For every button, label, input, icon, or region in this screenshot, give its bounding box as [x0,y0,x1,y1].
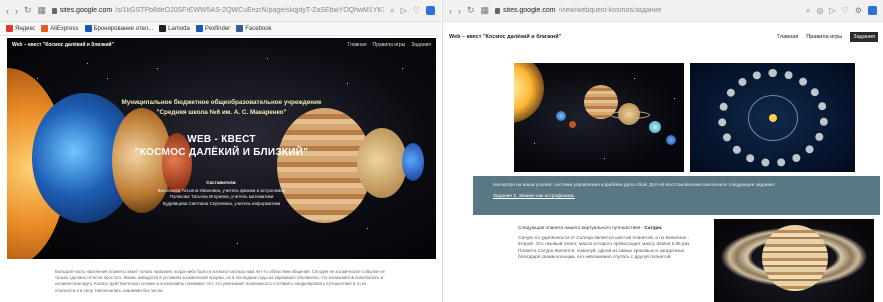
site-nav: Главная Правила игры Задания [777,32,878,42]
search-icon[interactable]: ⌕ [390,6,394,16]
saturn-description: Следующая планета нашего виртуального пу… [518,225,703,261]
star [604,158,605,159]
reload-icon[interactable]: ↻ [467,5,475,16]
nav-rules[interactable]: Правила игры [806,34,842,40]
reload-icon[interactable]: ↻ [24,5,32,16]
url-path: /view/webquest-kosmos/задание [558,7,662,14]
neptune-planet-icon [666,135,676,145]
yandex-icon [6,25,13,32]
nav-tasks[interactable]: Задания [411,42,431,48]
star [237,243,238,244]
saturn-ring-icon [610,111,650,119]
pexfinder-icon [195,25,203,32]
browser-toolbar: ‹ › ↻ ▦ sites.google.com /s/1kGSTPb8deOJ… [0,0,441,22]
asteroid-belt-image [690,63,855,172]
nav-tasks[interactable]: Задания [850,32,878,42]
url-path: /s/1kGSTPb8deOJ0SFrEWW5AS-2QWCuEnzrN/pag… [115,7,385,14]
nav-home[interactable]: Главная [777,34,798,40]
uranus-planet-icon [649,121,661,133]
sun-planet-icon [514,63,544,123]
site-title[interactable]: Web – квест "Космос далёкий и близкий" [12,42,114,48]
site-title[interactable]: Web – квест "Космос далёкий и близкий" [449,34,561,40]
site-nav: Главная Правила игры Задания [348,42,431,48]
grid-icon[interactable]: ▦ [38,5,47,16]
heart-icon[interactable]: ♡ [842,6,849,15]
lock-icon [52,7,57,14]
star [674,98,675,99]
mars-planet-icon [569,121,576,128]
site-header: Web – квест "Космос далёкий и близкий" Г… [443,28,883,46]
saturn-image [714,219,874,302]
saturn-planet-icon [762,225,828,291]
authors-block: Составители: Васильева Татьяна Ивановна,… [157,180,286,206]
left-browser-window: ‹ › ↻ ▦ sites.google.com /s/1kGSTPb8deOJ… [0,0,441,302]
back-icon[interactable]: ‹ [6,6,9,16]
star [402,68,403,69]
bookmark-lamoda[interactable]: Lamoda [159,25,190,32]
camera-icon[interactable]: ◎ [817,6,824,15]
hero-header: Web – квест "Космос далёкий и близкий" Г… [7,38,436,52]
nav-home[interactable]: Главная [348,42,367,48]
quest-title: WEB - КВЕСТ "КОСМОС ДАЛЁКИЙ И БЛИЗКИЙ" [134,134,309,158]
star [267,58,268,59]
settings-icon[interactable]: ⚙ [855,6,862,15]
share-icon[interactable]: ▷ [830,6,836,15]
address-bar[interactable]: sites.google.com /view/webquest-kosmos/з… [495,7,800,14]
share-icon[interactable]: ▷ [401,6,407,15]
lamoda-icon [159,25,167,32]
solar-system-image [514,63,684,172]
hero-banner: Web – квест "Космос далёкий и близкий" Г… [7,38,436,259]
downloads-icon[interactable] [868,6,877,15]
organization-name: Муниципальное бюджетное общеобразователь… [121,99,322,116]
aliexpress-icon [41,25,49,32]
forward-icon[interactable]: › [458,6,461,16]
earth-planet-icon [556,111,566,121]
task-link[interactable]: Задание 2. Знание как астрофизика. [493,194,575,199]
bookmarks-bar: Яндекс AliExpress Бронирование отел... L… [0,22,441,36]
star [367,228,368,229]
star [534,143,535,144]
task-intro: Несмотря на ваши усилия, система управле… [493,183,776,188]
downloads-icon[interactable] [426,6,435,15]
star [87,63,88,64]
bookmark-yandex[interactable]: Яндекс [6,25,35,32]
search-icon[interactable]: ⌕ [806,6,810,16]
star [157,68,158,69]
bookmark-booking[interactable]: Бронирование отел... [84,25,153,32]
star [347,83,348,84]
forward-icon[interactable]: › [15,6,18,16]
intro-paragraph: Большая часть населения планеты знает то… [55,269,385,293]
star [107,78,108,79]
saturn-body: Сатурн по удалённости от Солнца является… [518,234,691,260]
address-bar[interactable]: sites.google.com /s/1kGSTPb8deOJ0SFrEWW5… [52,7,384,14]
right-browser-window: ‹ › ↻ ▦ sites.google.com /view/webquest-… [442,0,883,302]
screenshot-composite: ‹ › ↻ ▦ sites.google.com /s/1kGSTPb8deOJ… [0,0,883,302]
grid-icon[interactable]: ▦ [481,5,490,16]
bookmark-aliexpress[interactable]: AliExpress [41,25,79,32]
back-icon[interactable]: ‹ [449,6,452,16]
heart-icon[interactable]: ♡ [413,6,420,15]
nav-rules[interactable]: Правила игры [373,42,406,48]
bookmark-pexfinder[interactable]: Pexfinder [195,25,230,32]
bookmark-facebook[interactable]: Facebook [236,25,272,32]
saturn-lead: Следующая планета нашего виртуального пу… [518,225,663,230]
url-host: sites.google.com [503,7,556,14]
star [37,78,38,79]
sun-planet-icon [769,114,777,122]
star [634,78,635,79]
booking-icon [84,25,92,32]
url-host: sites.google.com [59,7,113,14]
facebook-icon [236,25,244,32]
lock-icon [495,7,501,14]
browser-toolbar: ‹ › ↻ ▦ sites.google.com /view/webquest-… [443,0,883,22]
